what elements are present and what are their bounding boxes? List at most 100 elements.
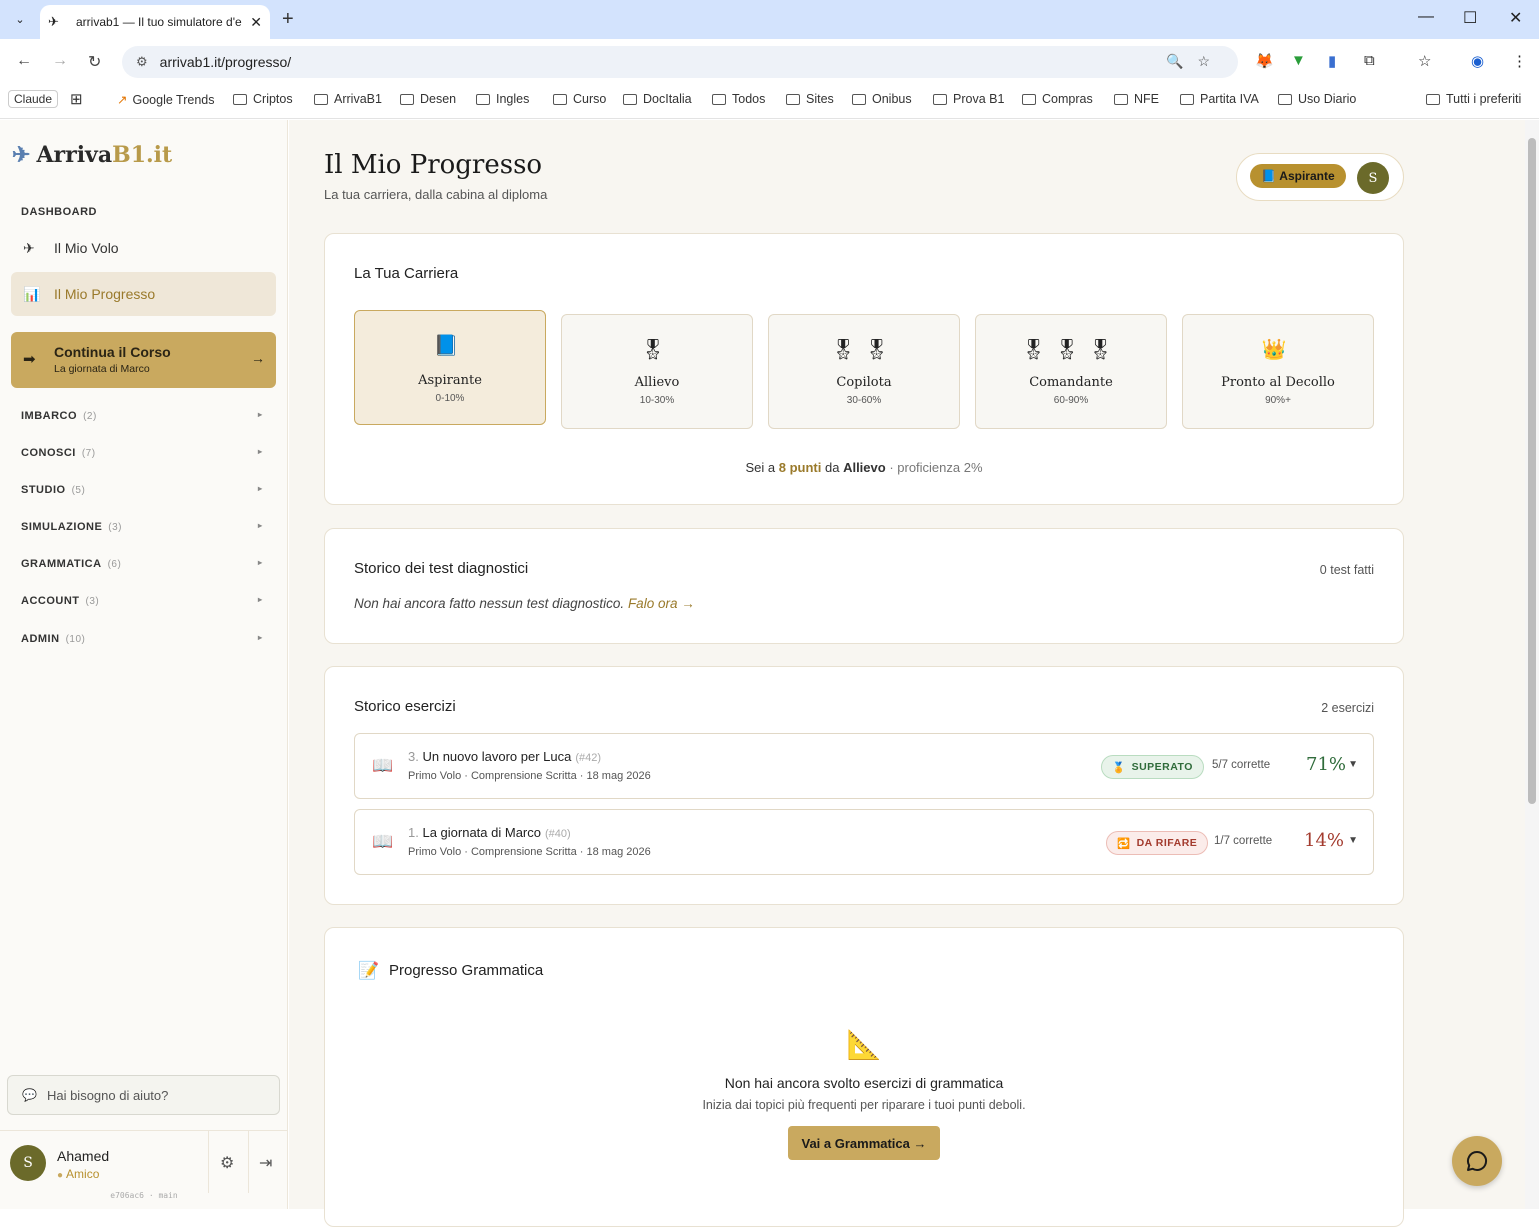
exercises-title: Storico esercizi	[354, 698, 456, 715]
rank-card-copilota: 🎖🎖 Copilota 30-60%	[768, 314, 960, 429]
book-icon: 📘	[433, 335, 467, 357]
favorites-icon[interactable]: ☆	[1418, 52, 1431, 70]
grammar-card: 📝 Progresso Grammatica 📐 Non hai ancora …	[324, 927, 1404, 1227]
scrollbar-thumb[interactable]	[1528, 138, 1536, 804]
exercise-correct-count: 1/7 corrette	[1214, 835, 1273, 847]
zoom-bookmark-icons[interactable]: 🔍☆	[1166, 53, 1224, 70]
rank-card-allievo: 🎖 Allievo 10-30%	[561, 314, 753, 429]
rank-card-pronto-al-decollo: 👑 Pronto al Decollo 90%+	[1182, 314, 1374, 429]
logout-icon[interactable]: ⇥	[259, 1153, 272, 1173]
bookmark-folder[interactable]: Partita IVA	[1180, 92, 1259, 106]
career-progress-text: Sei a 8 punti da Allievo · proficienza 2…	[745, 460, 983, 475]
section-conosci[interactable]: CONOSCI (7) ▸	[21, 447, 262, 459]
go-to-grammar-button[interactable]: Vai a Grammatica →	[788, 1126, 940, 1160]
bookmark-folder[interactable]: Sites	[786, 92, 834, 106]
puzzle-extensions-icon[interactable]: ⧉	[1364, 52, 1375, 69]
metamask-extension-icon[interactable]: 🦊	[1255, 52, 1274, 70]
profile-icon[interactable]: ◉	[1471, 52, 1484, 70]
exercise-correct-count: 5/7 corrette	[1212, 759, 1271, 771]
docs-extension-icon[interactable]: ▮	[1328, 52, 1336, 70]
caret-icon: ▸	[258, 558, 263, 567]
bookmarks-bar: Claude ⊞ ↗ Google Trends Criptos ArrivaB1…	[0, 84, 1539, 119]
help-chat-input[interactable]: 💬 Hai bisogno di aiuto?	[7, 1075, 280, 1115]
bookmark-claude[interactable]: Claude	[8, 90, 59, 108]
plane-icon: ✈	[23, 239, 35, 256]
browser-tab-bar: ⌄ ✈ arrivab1 — Il tuo simulatore d'e ✕ +…	[0, 0, 1539, 39]
forward-icon[interactable]: →	[52, 52, 68, 70]
section-admin[interactable]: ADMIN (10) ▸	[21, 633, 262, 645]
caret-icon: ▸	[258, 521, 263, 530]
back-icon[interactable]: ←	[16, 52, 32, 70]
close-window-icon[interactable]: ✕	[1509, 8, 1522, 28]
logo[interactable]: ✈ Arriva B1.it	[12, 142, 172, 168]
open-book-icon: 📖	[372, 832, 394, 851]
apps-grid-icon[interactable]: ⊞	[70, 90, 83, 108]
browser-tab[interactable]: ✈ arrivab1 — Il tuo simulatore d'e ✕	[40, 5, 270, 39]
page-title: Il Mio Progresso	[324, 150, 543, 180]
open-book-icon: 📖	[372, 756, 394, 775]
settings-gear-icon[interactable]: ⚙	[220, 1153, 234, 1173]
chevron-down-icon[interactable]: ▼	[1348, 759, 1358, 770]
sidebar-item-il-mio-progresso[interactable]: 📊 Il Mio Progresso	[11, 272, 276, 316]
new-tab-icon[interactable]: +	[282, 8, 294, 31]
reload-icon[interactable]: ↻	[88, 52, 101, 72]
bookmark-folder[interactable]: Desen	[400, 92, 456, 106]
bookmark-folder[interactable]: Prova B1	[933, 92, 1004, 106]
chart-icon: 📊	[23, 285, 41, 302]
extension-icon[interactable]: ▼	[1291, 52, 1306, 69]
caret-icon: ▸	[258, 410, 263, 419]
page-subtitle: La tua carriera, dalla cabina al diploma	[324, 187, 548, 202]
exercise-row[interactable]: 📖 3. Un nuovo lavoro per Luca (#42) Primo…	[354, 733, 1374, 799]
bookmark-folder[interactable]: Onibus	[852, 92, 912, 106]
status-badge: 🏅 SUPERATO	[1101, 755, 1204, 779]
bookmark-folder[interactable]: Criptos	[233, 92, 293, 106]
caret-icon: ▸	[258, 447, 263, 456]
site-info-icon[interactable]: ⚙	[136, 54, 148, 70]
exercise-row[interactable]: 📖 1. La giornata di Marco (#40) Primo Vol…	[354, 809, 1374, 875]
tab-search-icon[interactable]: ⌄	[7, 7, 33, 31]
avatar[interactable]: S	[10, 1145, 46, 1181]
diagnostics-empty: Non hai ancora fatto nessun test diagnos…	[354, 596, 695, 611]
maximize-icon[interactable]: ☐	[1463, 8, 1477, 28]
status-badge: 🔁 DA RIFARE	[1106, 831, 1209, 855]
medal-icon: 🎖🎖	[830, 339, 898, 361]
avatar[interactable]: S	[1357, 162, 1389, 194]
bookmark-folder[interactable]: Compras	[1022, 92, 1093, 106]
exercise-score: 14%	[1304, 830, 1345, 851]
grammar-empty-subtitle: Inizia dai topici più frequenti per ripa…	[702, 1098, 1026, 1112]
address-bar[interactable]: ⚙ arrivab1.it/progresso/ 🔍☆	[122, 46, 1238, 78]
section-studio[interactable]: STUDIO (5) ▸	[21, 484, 262, 496]
career-title: La Tua Carriera	[354, 265, 459, 282]
sidebar-item-il-mio-volo[interactable]: ✈ Il Mio Volo	[11, 226, 276, 270]
exercises-count: 2 esercizi	[1321, 701, 1374, 715]
close-tab-icon[interactable]: ✕	[250, 14, 262, 31]
bookmark-folder[interactable]: Curso	[553, 92, 606, 106]
section-account[interactable]: ACCOUNT (3) ▸	[21, 595, 262, 607]
continue-course-button[interactable]: ➡ Continua il Corso La giornata di Marco…	[11, 332, 276, 388]
menu-icon[interactable]: ⋮	[1512, 52, 1527, 70]
chat-fab-button[interactable]	[1452, 1136, 1502, 1186]
bookmark-folder[interactable]: Todos	[712, 92, 765, 106]
bookmark-folder[interactable]: NFE	[1114, 92, 1159, 106]
rank-badge[interactable]: 📘 Aspirante	[1250, 164, 1346, 188]
section-grammatica[interactable]: GRAMMATICA (6) ▸	[21, 558, 262, 570]
bookmark-folder[interactable]: DocItalia	[623, 92, 692, 106]
diagnostics-card: Storico dei test diagnostici 0 test fatt…	[324, 528, 1404, 644]
section-imbarco[interactable]: IMBARCO (2) ▸	[21, 410, 262, 422]
start-diagnostic-link[interactable]: Falo ora →	[628, 596, 695, 611]
bookmark-all-favorites[interactable]: Tutti i preferiti	[1426, 92, 1521, 106]
section-dashboard: DASHBOARD	[21, 206, 97, 218]
bookmark-folder[interactable]: ArrivaB1	[314, 92, 382, 106]
diagnostics-count: 0 test fatti	[1319, 563, 1374, 577]
memo-icon: 📝	[358, 961, 380, 980]
medal-icon: 🎖🎖🎖	[1020, 339, 1122, 361]
section-simulazione[interactable]: SIMULAZIONE (3) ▸	[21, 521, 262, 533]
bookmark-folder[interactable]: Uso Diario	[1278, 92, 1356, 106]
chevron-down-icon[interactable]: ▼	[1348, 835, 1358, 846]
minimize-icon[interactable]: —	[1418, 8, 1434, 26]
scrollbar[interactable]	[1525, 120, 1539, 1209]
grammar-title: Progresso Grammatica	[389, 962, 544, 979]
bookmark-google-trends[interactable]: ↗ Google Trends	[117, 92, 214, 108]
bookmark-folder[interactable]: Ingles	[476, 92, 529, 106]
rank-card-comandante: 🎖🎖🎖 Comandante 60-90%	[975, 314, 1167, 429]
